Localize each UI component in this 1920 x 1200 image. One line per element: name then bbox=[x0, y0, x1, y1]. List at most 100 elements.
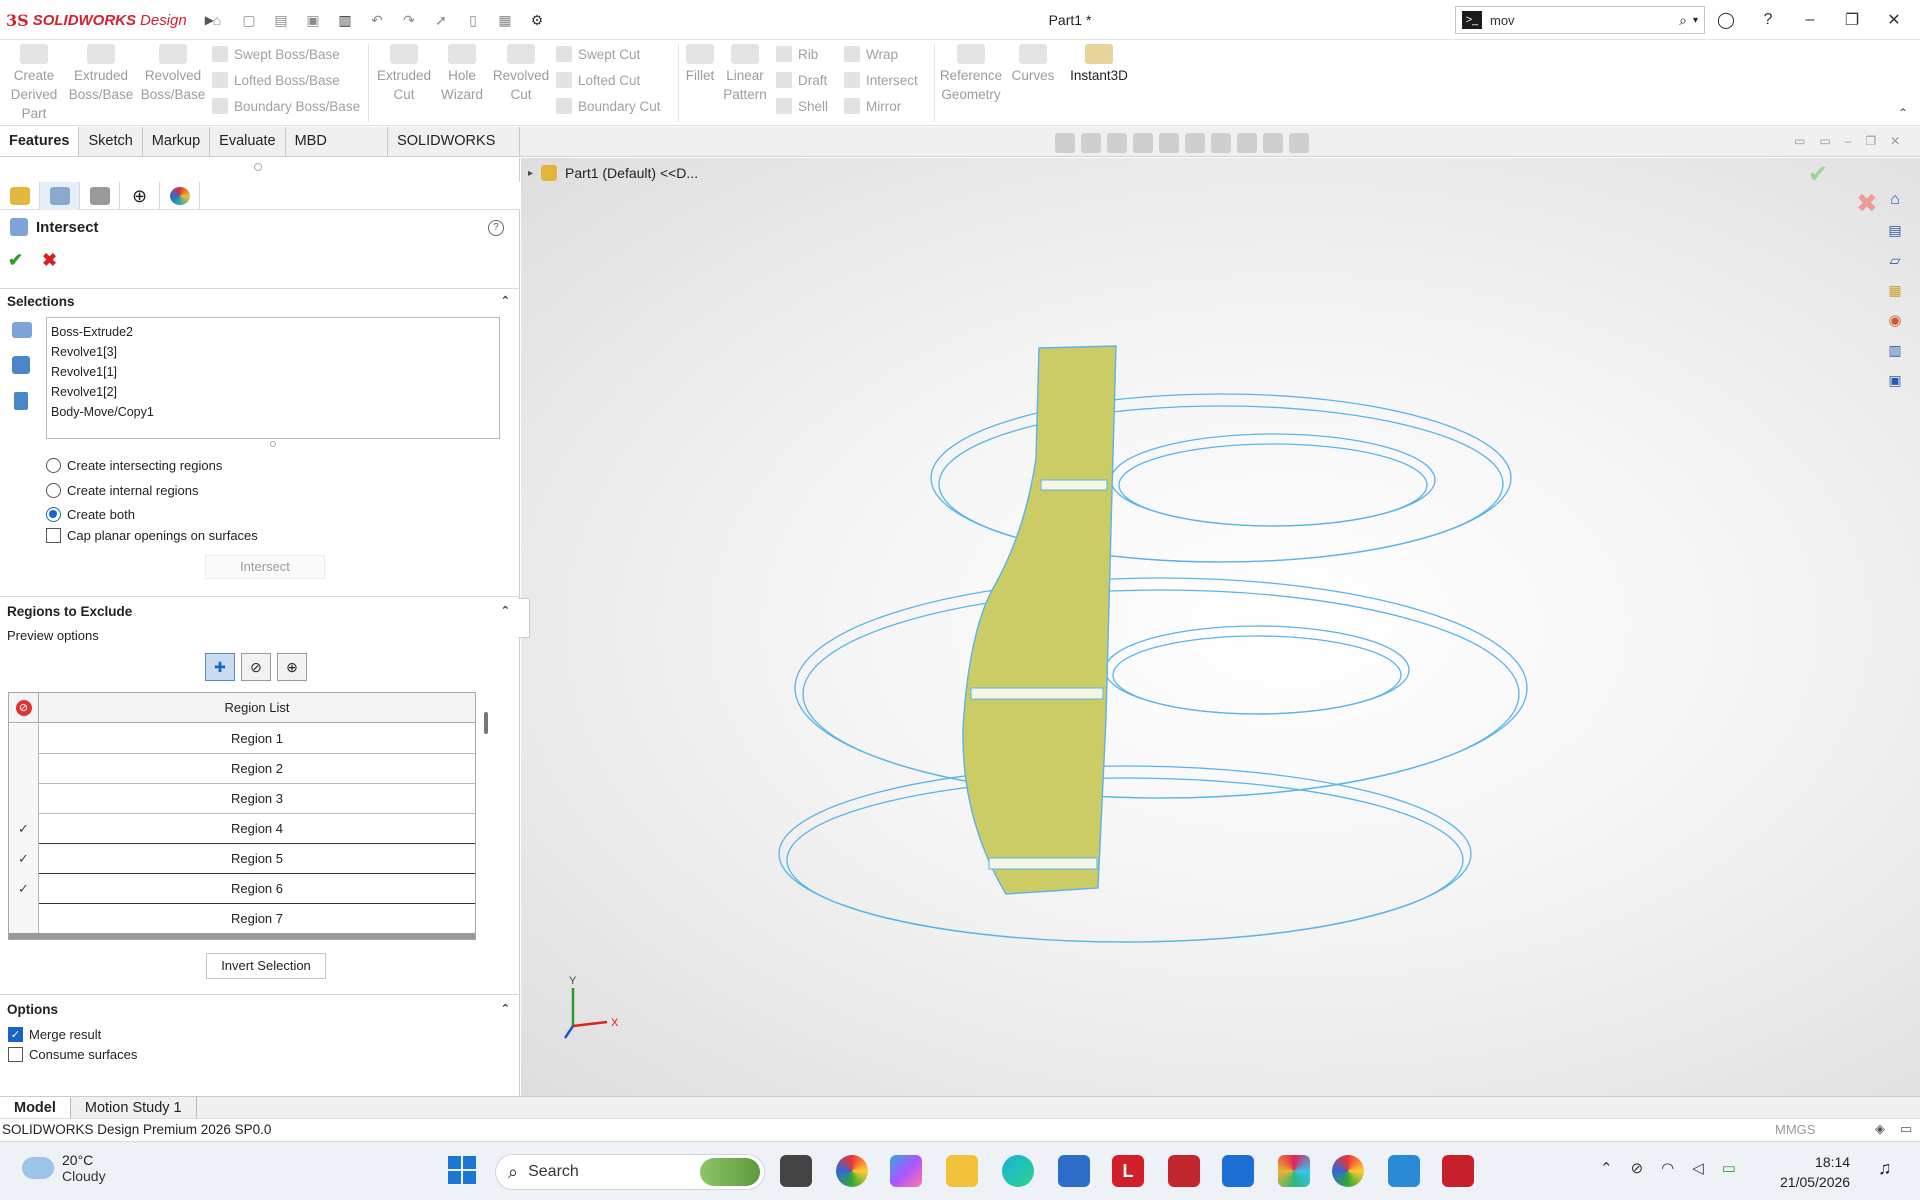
checkbox[interactable]: ✓ bbox=[8, 1027, 23, 1042]
status-bar-options-icon[interactable]: ▭ bbox=[1900, 1121, 1912, 1137]
exclude-checkbox[interactable]: ✓ bbox=[9, 844, 39, 874]
configuration-manager-tab[interactable] bbox=[80, 182, 120, 210]
task-view-icon[interactable] bbox=[780, 1155, 812, 1187]
chrome-icon[interactable] bbox=[836, 1155, 868, 1187]
exclude-checkbox[interactable] bbox=[9, 724, 39, 754]
rebuild-icon[interactable]: ▯ bbox=[461, 8, 485, 32]
lofted-boss-button[interactable]: Lofted Boss/Base bbox=[212, 68, 340, 92]
intersect-ribbon-button[interactable]: Intersect bbox=[844, 68, 918, 92]
tab-features[interactable]: Features bbox=[0, 127, 80, 156]
chevron-up-icon[interactable]: ⌃ bbox=[1600, 1159, 1613, 1177]
ok-button[interactable]: ✔ bbox=[8, 250, 23, 271]
custom-properties-icon[interactable]: ▥ bbox=[1882, 338, 1908, 362]
copilot-icon[interactable] bbox=[890, 1155, 922, 1187]
table-row[interactable]: ✓ Region 5 bbox=[9, 844, 475, 874]
solidworks-taskbar-icon[interactable] bbox=[1442, 1155, 1474, 1187]
merge-result-checkbox[interactable]: ✓ Merge result bbox=[8, 1027, 101, 1042]
appearances-icon[interactable]: ◉ bbox=[1882, 308, 1908, 332]
slack-icon[interactable] bbox=[1278, 1155, 1310, 1187]
system-clock[interactable]: 18:14 21/05/2026 bbox=[1780, 1152, 1850, 1192]
chevron-up-icon[interactable]: ⌃ bbox=[501, 294, 510, 307]
view-settings-icon[interactable] bbox=[1289, 133, 1309, 153]
selections-list[interactable]: Boss-Extrude2 Revolve1[3] Revolve1[1] Re… bbox=[46, 317, 500, 439]
consume-surfaces-checkbox[interactable]: Consume surfaces bbox=[8, 1047, 137, 1062]
start-button[interactable] bbox=[448, 1156, 476, 1184]
view-palette-icon[interactable]: ▦ bbox=[1882, 278, 1908, 302]
print-icon[interactable]: ▥ bbox=[333, 8, 357, 32]
exclude-checkbox[interactable] bbox=[9, 784, 39, 814]
solid-body-icon[interactable] bbox=[12, 356, 30, 374]
vscode-icon[interactable] bbox=[1388, 1155, 1420, 1187]
vertical-scrollbar[interactable] bbox=[484, 712, 488, 734]
property-manager-tab[interactable] bbox=[40, 182, 80, 210]
create-derived-part-button[interactable]: Create Derived Part bbox=[8, 44, 60, 123]
close-button[interactable]: ✕ bbox=[1878, 6, 1910, 34]
apply-scene-icon[interactable] bbox=[1263, 133, 1283, 153]
zoom-area-icon[interactable] bbox=[1081, 133, 1101, 153]
search-input[interactable]: >_ mov ⌕ ▾ bbox=[1455, 6, 1705, 34]
feature-tree-breadcrumb[interactable]: ▸ Part1 (Default) <<D... bbox=[528, 165, 698, 181]
previous-view-icon[interactable] bbox=[1107, 133, 1127, 153]
design-library-icon[interactable]: ▤ bbox=[1882, 218, 1908, 242]
l-app-icon[interactable]: L bbox=[1112, 1155, 1144, 1187]
reference-geometry-button[interactable]: Reference Geometry bbox=[938, 44, 1004, 104]
minimize-button[interactable]: – bbox=[1794, 6, 1826, 34]
tab-motion-study[interactable]: Motion Study 1 bbox=[71, 1097, 197, 1119]
minimize-icon[interactable]: – bbox=[1845, 134, 1852, 148]
curves-button[interactable]: Curves bbox=[1008, 44, 1058, 85]
exclude-checkbox[interactable]: ✓ bbox=[9, 814, 39, 844]
wrap-button[interactable]: Wrap bbox=[844, 42, 898, 66]
list-item[interactable]: Body-Move/Copy1 bbox=[51, 402, 495, 422]
rib-button[interactable]: Rib bbox=[776, 42, 818, 66]
open-icon[interactable]: ▤ bbox=[269, 8, 293, 32]
table-row[interactable]: Region 2 bbox=[9, 754, 475, 784]
swept-cut-button[interactable]: Swept Cut bbox=[556, 42, 640, 66]
save-icon[interactable]: ▣ bbox=[301, 8, 325, 32]
expand-arrow-icon[interactable]: ▸ bbox=[528, 168, 533, 179]
fillet-button[interactable]: Fillet bbox=[682, 44, 718, 85]
restore-icon[interactable]: ❐ bbox=[1865, 134, 1876, 148]
revolved-cut-button[interactable]: Revolved Cut bbox=[490, 44, 552, 104]
solidworks-logo[interactable]: 3S SOLIDWORKS Design ▶ bbox=[6, 8, 214, 32]
microsoft-store-icon[interactable] bbox=[1058, 1155, 1090, 1187]
checkbox[interactable] bbox=[46, 528, 61, 543]
horizontal-scrollbar[interactable] bbox=[9, 933, 475, 939]
tab-evaluate[interactable]: Evaluate bbox=[210, 127, 286, 156]
help-icon[interactable]: ? bbox=[488, 220, 504, 236]
options-section-header[interactable]: Options ⌃ bbox=[0, 1002, 520, 1024]
intersect-button[interactable]: Intersect bbox=[205, 555, 325, 579]
chevron-up-icon[interactable]: ⌃ bbox=[501, 1002, 510, 1015]
table-row[interactable]: ✓ Region 6 bbox=[9, 874, 475, 904]
volume-icon[interactable]: ◁ bbox=[1692, 1159, 1704, 1177]
preview-all-button[interactable]: ⊕ bbox=[277, 653, 307, 681]
draft-button[interactable]: Draft bbox=[776, 68, 827, 92]
file-explorer-icon[interactable]: ▱ bbox=[1882, 248, 1908, 272]
exclude-checkbox[interactable]: ✓ bbox=[9, 874, 39, 904]
exclude-column-header[interactable]: ⊘ bbox=[9, 693, 39, 723]
radio-button[interactable] bbox=[46, 483, 61, 498]
edge-icon[interactable] bbox=[1002, 1155, 1034, 1187]
selection-filter-icon[interactable] bbox=[12, 322, 32, 338]
chevron-up-icon[interactable]: ⌃ bbox=[501, 604, 510, 617]
shell-button[interactable]: Shell bbox=[776, 94, 828, 118]
mirror-button[interactable]: Mirror bbox=[844, 94, 901, 118]
boundary-cut-button[interactable]: Boundary Cut bbox=[556, 94, 661, 118]
chevron-down-icon[interactable]: ▾ bbox=[1693, 15, 1698, 26]
list-item[interactable]: Boss-Extrude2 bbox=[51, 322, 495, 342]
feature-manager-tab[interactable] bbox=[0, 182, 40, 210]
regions-to-exclude-header[interactable]: Regions to Exclude ⌃ bbox=[0, 604, 520, 626]
preview-included-button[interactable]: ✚ bbox=[205, 653, 235, 681]
close-icon[interactable]: ✕ bbox=[1890, 134, 1900, 148]
file-properties-icon[interactable]: ▦ bbox=[493, 8, 517, 32]
home-icon[interactable]: ⌂ bbox=[205, 8, 229, 32]
list-resize-handle[interactable] bbox=[270, 441, 276, 447]
exclude-checkbox[interactable] bbox=[9, 904, 39, 934]
table-row[interactable]: ✓ Region 4 bbox=[9, 814, 475, 844]
weather-widget[interactable]: 20°C Cloudy bbox=[22, 1152, 106, 1184]
new-document-icon[interactable]: ▢ bbox=[237, 8, 261, 32]
edit-appearance-icon[interactable] bbox=[1237, 133, 1257, 153]
table-row[interactable]: Region 3 bbox=[9, 784, 475, 814]
redo-icon[interactable]: ↷ bbox=[397, 8, 421, 32]
instant3d-button[interactable]: Instant3D bbox=[1064, 44, 1134, 85]
search-value[interactable]: mov bbox=[1490, 13, 1679, 28]
